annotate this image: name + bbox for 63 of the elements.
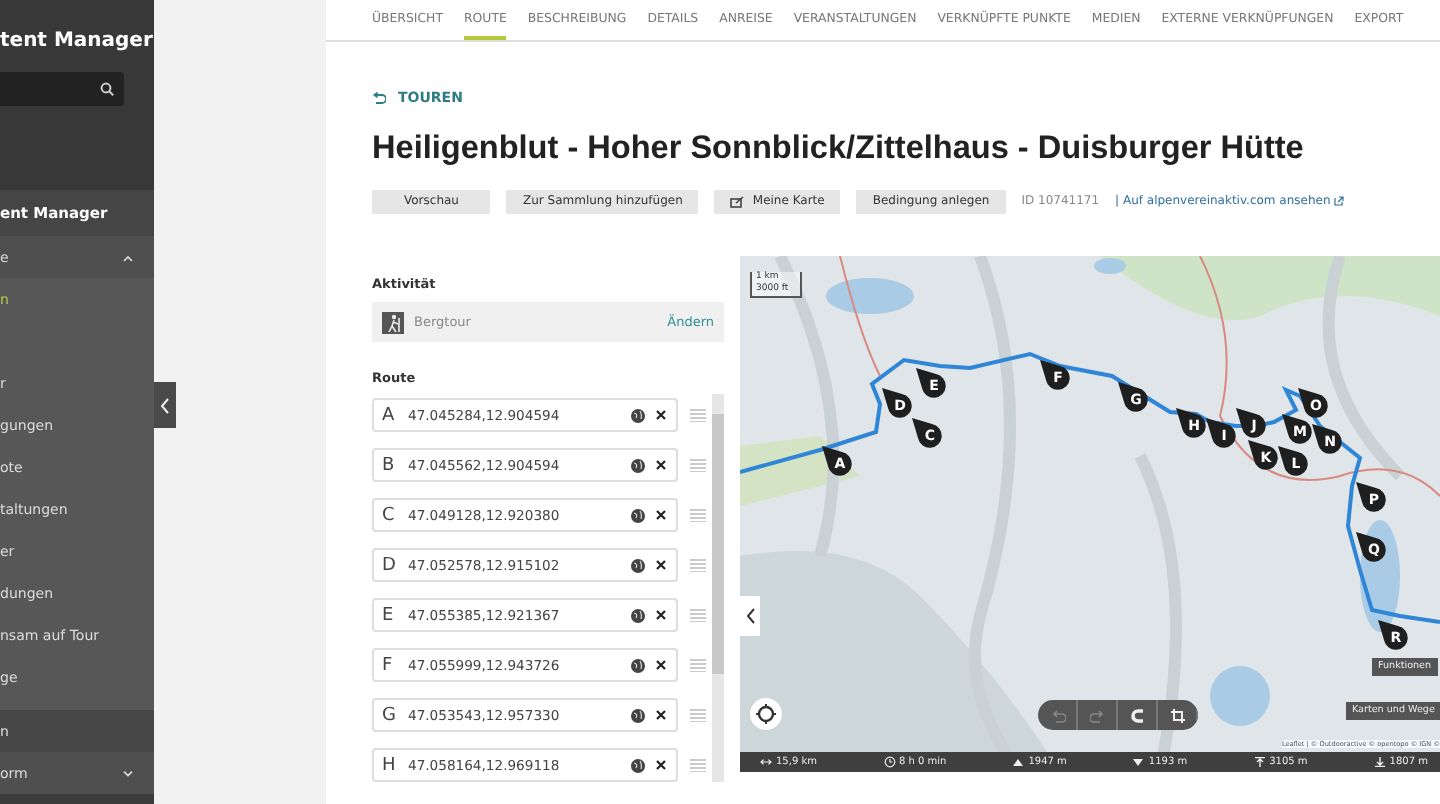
hiker-icon (382, 311, 404, 333)
lake (826, 278, 914, 314)
redo-icon (1089, 707, 1105, 723)
close-icon[interactable] (654, 608, 668, 622)
highest-point-icon (1253, 756, 1266, 768)
globe-icon[interactable] (630, 707, 646, 723)
globe-icon[interactable] (630, 407, 646, 423)
drag-handle-icon[interactable] (690, 708, 706, 722)
map-edit-icon (730, 195, 745, 207)
distance-icon (760, 756, 772, 768)
page-title: Heiligenblut - Hoher Sonnblick/Zittelhaus - Duisburger Hütte (372, 130, 1306, 168)
close-icon[interactable] (654, 408, 668, 422)
border-line (839, 256, 881, 377)
drag-handle-icon[interactable] (690, 458, 706, 472)
globe-icon[interactable] (630, 657, 646, 673)
search-field[interactable] (0, 72, 124, 106)
drag-handle-icon[interactable] (690, 508, 706, 522)
descent-icon (1132, 756, 1145, 768)
app-title: tent Manager (0, 28, 154, 52)
globe-icon[interactable] (630, 457, 646, 473)
chevron-icon (122, 769, 134, 777)
collapse-button[interactable] (154, 382, 176, 428)
chevron-left-icon (745, 608, 755, 624)
waypoint-letter: C (382, 505, 397, 525)
collapse-button[interactable] (740, 596, 760, 636)
waypoint-letter: F (382, 655, 395, 675)
ascent-icon (1012, 756, 1025, 768)
meadow-area (740, 436, 860, 506)
waypoint-letter: E (382, 605, 396, 625)
search-icon (100, 82, 114, 96)
globe-icon[interactable] (630, 557, 646, 573)
close-icon[interactable] (654, 708, 668, 722)
globe-icon[interactable] (630, 607, 646, 623)
crop-icon (1169, 707, 1185, 723)
globe-icon[interactable] (630, 507, 646, 523)
drag-handle-icon[interactable] (690, 408, 706, 422)
drag-handle-icon[interactable] (690, 658, 706, 672)
external-link-icon (1334, 196, 1345, 206)
close-icon[interactable] (654, 558, 668, 572)
magnet-icon (1129, 707, 1145, 723)
crosshair-icon (756, 704, 776, 724)
lake (1094, 258, 1126, 274)
drag-handle-icon[interactable] (690, 558, 706, 572)
waypoint-letter: G (382, 705, 398, 725)
lowest-point-icon (1373, 756, 1386, 768)
close-icon[interactable] (654, 508, 668, 522)
close-icon[interactable] (654, 458, 668, 472)
waypoint-letter: H (382, 755, 398, 775)
undo-icon (1049, 707, 1065, 723)
drag-handle-icon[interactable] (690, 608, 706, 622)
close-icon[interactable] (654, 658, 668, 672)
lake (1210, 666, 1270, 726)
drag-handle-icon[interactable] (690, 758, 706, 772)
scrollbar[interactable] (712, 394, 724, 782)
globe-icon[interactable] (630, 757, 646, 773)
clock-icon (883, 756, 895, 768)
chevron-left-icon (160, 397, 170, 413)
chevron-icon (122, 253, 134, 261)
waypoint-letter: A (382, 405, 397, 425)
close-icon[interactable] (654, 758, 668, 772)
back-icon (372, 92, 386, 104)
waypoint-letter: B (382, 455, 397, 475)
waypoint-letter: D (382, 555, 398, 575)
